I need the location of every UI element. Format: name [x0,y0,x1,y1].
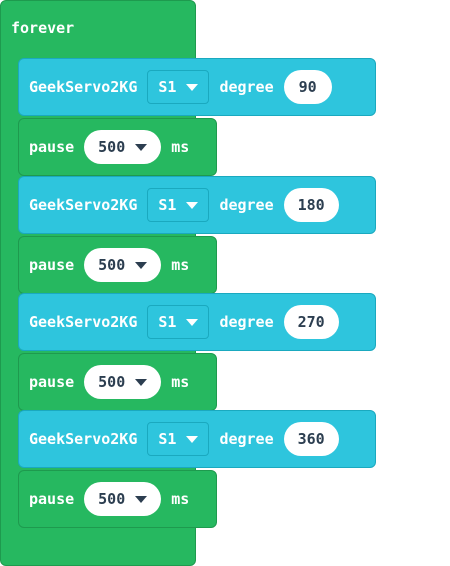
pause-block[interactable]: pause 500 ms [18,353,217,411]
chevron-down-icon [186,435,199,443]
degree-label: degree [219,196,274,214]
servo-block-name: GeekServo2KG [29,196,138,214]
chevron-down-icon [135,261,148,269]
degree-label: degree [219,78,274,96]
servo-block-name: GeekServo2KG [29,430,138,448]
pause-duration-value: 500 [98,373,126,391]
pause-label: pause [29,138,75,156]
pause-label: pause [29,490,75,508]
pause-block[interactable]: pause 500 ms [18,118,217,176]
pause-duration-dropdown[interactable]: 500 [84,130,162,164]
pause-duration-dropdown[interactable]: 500 [84,482,162,516]
degree-input[interactable]: 270 [283,305,339,339]
pause-block[interactable]: pause 500 ms [18,236,217,294]
pause-duration-value: 500 [98,138,126,156]
pause-unit-label: ms [171,373,190,391]
geekservo-block[interactable]: GeekServo2KG S1 degree 90 [18,58,376,116]
chevron-down-icon [186,201,199,209]
servo-port-value: S1 [158,430,177,448]
chevron-down-icon [135,143,148,151]
pause-unit-label: ms [171,256,190,274]
servo-port-dropdown[interactable]: S1 [147,70,210,104]
geekservo-block[interactable]: GeekServo2KG S1 degree 270 [18,293,376,351]
pause-block[interactable]: pause 500 ms [18,470,217,528]
servo-port-dropdown[interactable]: S1 [147,422,210,456]
pause-duration-dropdown[interactable]: 500 [84,365,162,399]
chevron-down-icon [186,83,199,91]
pause-unit-label: ms [171,490,190,508]
degree-label: degree [219,313,274,331]
servo-port-value: S1 [158,196,177,214]
chevron-down-icon [186,318,199,326]
servo-block-name: GeekServo2KG [29,78,138,96]
servo-block-name: GeekServo2KG [29,313,138,331]
degree-label: degree [219,430,274,448]
geekservo-block[interactable]: GeekServo2KG S1 degree 180 [18,176,376,234]
servo-port-value: S1 [158,78,177,96]
degree-input[interactable]: 360 [283,422,339,456]
degree-input[interactable]: 180 [283,188,339,222]
chevron-down-icon [135,378,148,386]
pause-label: pause [29,256,75,274]
pause-duration-value: 500 [98,256,126,274]
pause-unit-label: ms [171,138,190,156]
forever-label: forever [11,19,75,37]
servo-port-dropdown[interactable]: S1 [147,188,210,222]
geekservo-block[interactable]: GeekServo2KG S1 degree 360 [18,410,376,468]
pause-label: pause [29,373,75,391]
servo-port-dropdown[interactable]: S1 [147,305,210,339]
degree-input[interactable]: 90 [283,70,332,104]
pause-duration-value: 500 [98,490,126,508]
servo-port-value: S1 [158,313,177,331]
chevron-down-icon [135,495,148,503]
pause-duration-dropdown[interactable]: 500 [84,248,162,282]
